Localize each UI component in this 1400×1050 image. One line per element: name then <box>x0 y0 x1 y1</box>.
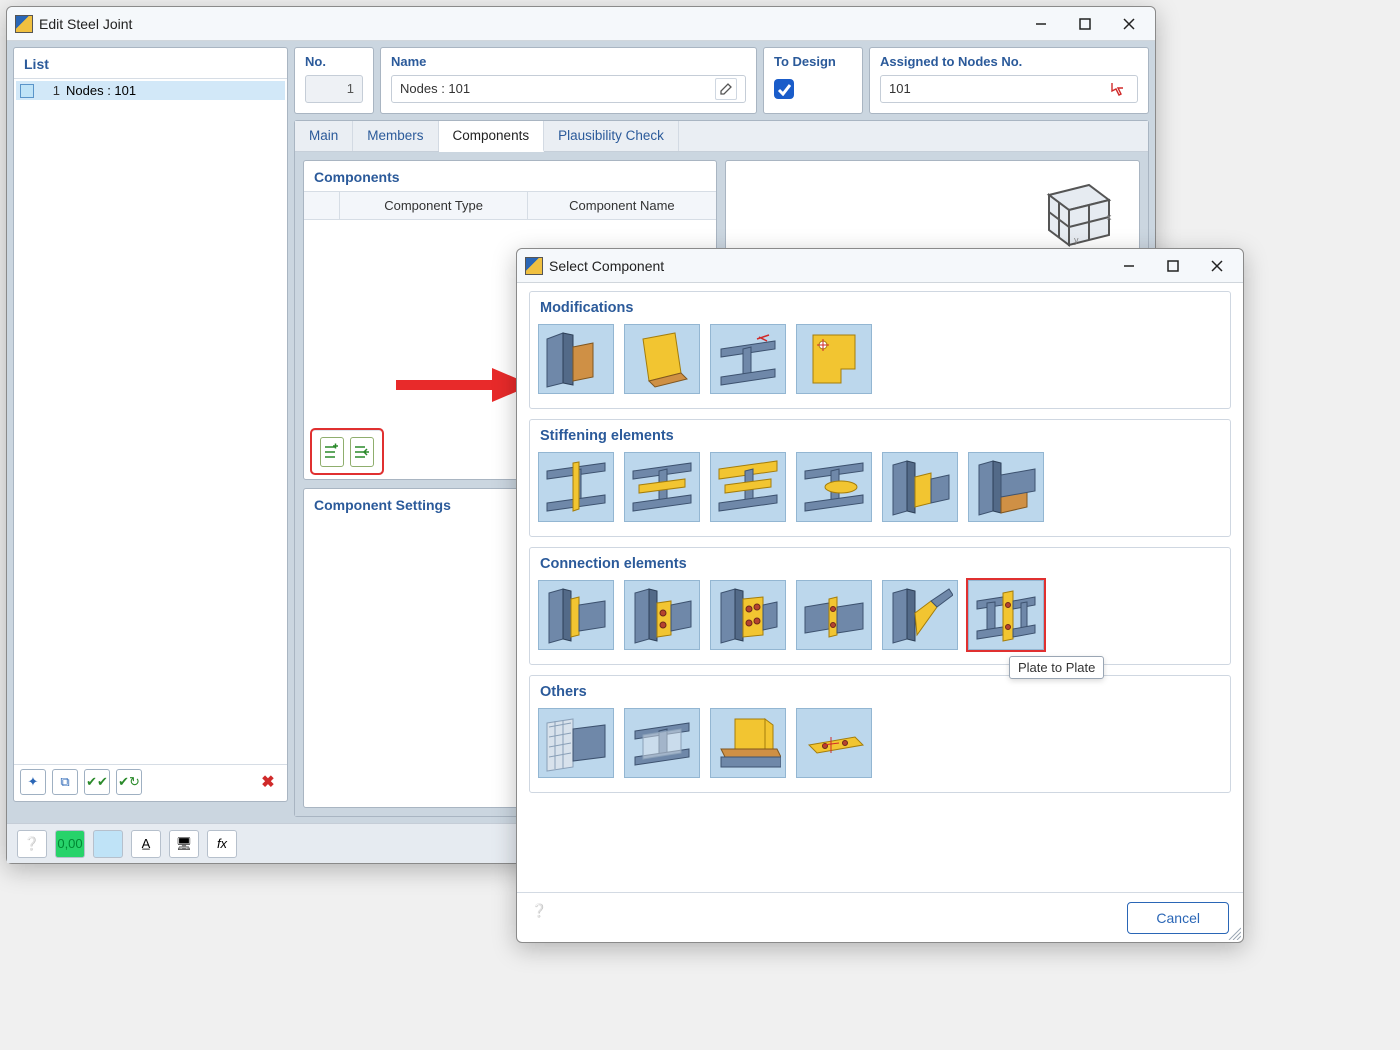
category-modifications: Modifications <box>529 291 1231 409</box>
component-tile[interactable] <box>710 708 786 778</box>
component-tile[interactable] <box>538 452 614 522</box>
component-tile[interactable] <box>796 452 872 522</box>
app-icon <box>525 257 543 275</box>
check-selected-icon[interactable]: ✔↻ <box>116 769 142 795</box>
svg-text:y: y <box>1074 235 1079 245</box>
list-buttons: ✦ ⧉ ✔✔ ✔↻ ✖ <box>14 764 287 801</box>
check-all-icon[interactable]: ✔✔ <box>84 769 110 795</box>
svg-text:x: x <box>1107 212 1112 222</box>
edit-name-icon[interactable] <box>715 78 737 100</box>
add-component-from-lib-icon[interactable] <box>350 437 374 467</box>
add-component-buttons <box>312 430 382 473</box>
top-fields: No. 1 Name Nodes : 101 To Design <box>294 47 1149 114</box>
color-icon[interactable] <box>93 830 123 858</box>
component-tile[interactable] <box>796 580 872 650</box>
name-input[interactable]: Nodes : 101 <box>391 75 746 103</box>
list-item-index: 1 <box>40 83 60 98</box>
minimize-button[interactable] <box>1019 9 1063 39</box>
category-others: Others <box>529 675 1231 793</box>
maximize-button[interactable] <box>1063 9 1107 39</box>
rowno-col <box>304 192 340 219</box>
help-icon[interactable]: ❔ <box>17 830 47 858</box>
dialog-close-button[interactable] <box>1195 251 1239 281</box>
cancel-button[interactable]: Cancel <box>1127 902 1229 934</box>
component-tile[interactable] <box>624 708 700 778</box>
component-tile[interactable] <box>538 580 614 650</box>
no-field: No. 1 <box>294 47 374 114</box>
tab-components[interactable]: Components <box>439 121 545 152</box>
pick-nodes-icon[interactable] <box>1107 78 1129 100</box>
name-field: Name Nodes : 101 <box>380 47 757 114</box>
fx-icon[interactable]: fx <box>207 830 237 858</box>
category-connection: Connection elements <box>529 547 1231 665</box>
display-icon[interactable]: 🖥 <box>169 830 199 858</box>
no-label: No. <box>305 54 363 69</box>
to-design-field: To Design <box>763 47 863 114</box>
component-tile[interactable] <box>968 452 1044 522</box>
component-tile[interactable] <box>538 324 614 394</box>
list-body[interactable]: 1 Nodes : 101 <box>14 78 287 764</box>
component-tile[interactable] <box>538 708 614 778</box>
resize-grip-icon[interactable] <box>1227 926 1241 940</box>
assigned-label: Assigned to Nodes No. <box>880 54 1138 69</box>
component-tile[interactable] <box>882 580 958 650</box>
dialog-footer: ❔ Cancel <box>517 892 1243 942</box>
units-icon[interactable]: 0,00 <box>55 830 85 858</box>
list-panel: List 1 Nodes : 101 ✦ ⧉ ✔✔ ✔↻ ✖ <box>13 47 288 802</box>
titlebar: Edit Steel Joint <box>7 7 1155 41</box>
component-tile[interactable] <box>710 324 786 394</box>
to-design-checkbox[interactable] <box>774 79 794 99</box>
view-cube-icon[interactable]: y x <box>1029 175 1119 255</box>
font-icon[interactable]: A̲ <box>131 830 161 858</box>
component-tile[interactable] <box>710 452 786 522</box>
window-title: Edit Steel Joint <box>39 16 132 32</box>
list-label: List <box>14 48 287 78</box>
category-title: Modifications <box>538 298 1222 324</box>
component-tile[interactable] <box>882 452 958 522</box>
category-title: Stiffening elements <box>538 426 1222 452</box>
add-component-new-icon[interactable] <box>320 437 344 467</box>
dialog-title: Select Component <box>549 258 664 274</box>
component-tile[interactable] <box>624 580 700 650</box>
dialog-maximize-button[interactable] <box>1151 251 1195 281</box>
assigned-field: Assigned to Nodes No. 101 <box>869 47 1149 114</box>
category-stiffening: Stiffening elements <box>529 419 1231 537</box>
category-title: Others <box>538 682 1222 708</box>
component-tile[interactable] <box>796 708 872 778</box>
category-title: Connection elements <box>538 554 1222 580</box>
tab-plausibility[interactable]: Plausibility Check <box>544 121 679 151</box>
assigned-input-text: 101 <box>889 75 911 103</box>
component-tile[interactable] <box>624 452 700 522</box>
component-tooltip: Plate to Plate <box>1009 656 1104 679</box>
copy-icon[interactable]: ⧉ <box>52 769 78 795</box>
no-value: 1 <box>305 75 363 103</box>
component-tile[interactable] <box>710 580 786 650</box>
component-tile-plate-to-plate[interactable]: Plate to Plate <box>968 580 1044 650</box>
components-title: Components <box>304 161 716 191</box>
assigned-input[interactable]: 101 <box>880 75 1138 103</box>
tab-members[interactable]: Members <box>353 121 438 151</box>
component-tile[interactable] <box>624 324 700 394</box>
name-label: Name <box>391 54 746 69</box>
list-item-color-icon <box>20 84 34 98</box>
to-design-label: To Design <box>774 54 852 69</box>
select-component-dialog: Select Component Modifications <box>516 248 1244 943</box>
dialog-minimize-button[interactable] <box>1107 251 1151 281</box>
name-input-text: Nodes : 101 <box>400 75 470 103</box>
list-item[interactable]: 1 Nodes : 101 <box>16 81 285 100</box>
new-icon[interactable]: ✦ <box>20 769 46 795</box>
tab-main[interactable]: Main <box>295 121 353 151</box>
component-tile[interactable] <box>796 324 872 394</box>
close-button[interactable] <box>1107 9 1151 39</box>
tabs: Main Members Components Plausibility Che… <box>295 121 1148 152</box>
app-icon <box>15 15 33 33</box>
delete-icon[interactable]: ✖ <box>255 769 281 795</box>
dialog-titlebar: Select Component <box>517 249 1243 283</box>
components-table-head: Component Type Component Name <box>304 191 716 220</box>
dialog-help-icon[interactable]: ❔ <box>531 903 563 933</box>
col-name: Component Name <box>528 192 715 219</box>
col-type: Component Type <box>340 192 528 219</box>
list-item-text: Nodes : 101 <box>66 83 136 98</box>
